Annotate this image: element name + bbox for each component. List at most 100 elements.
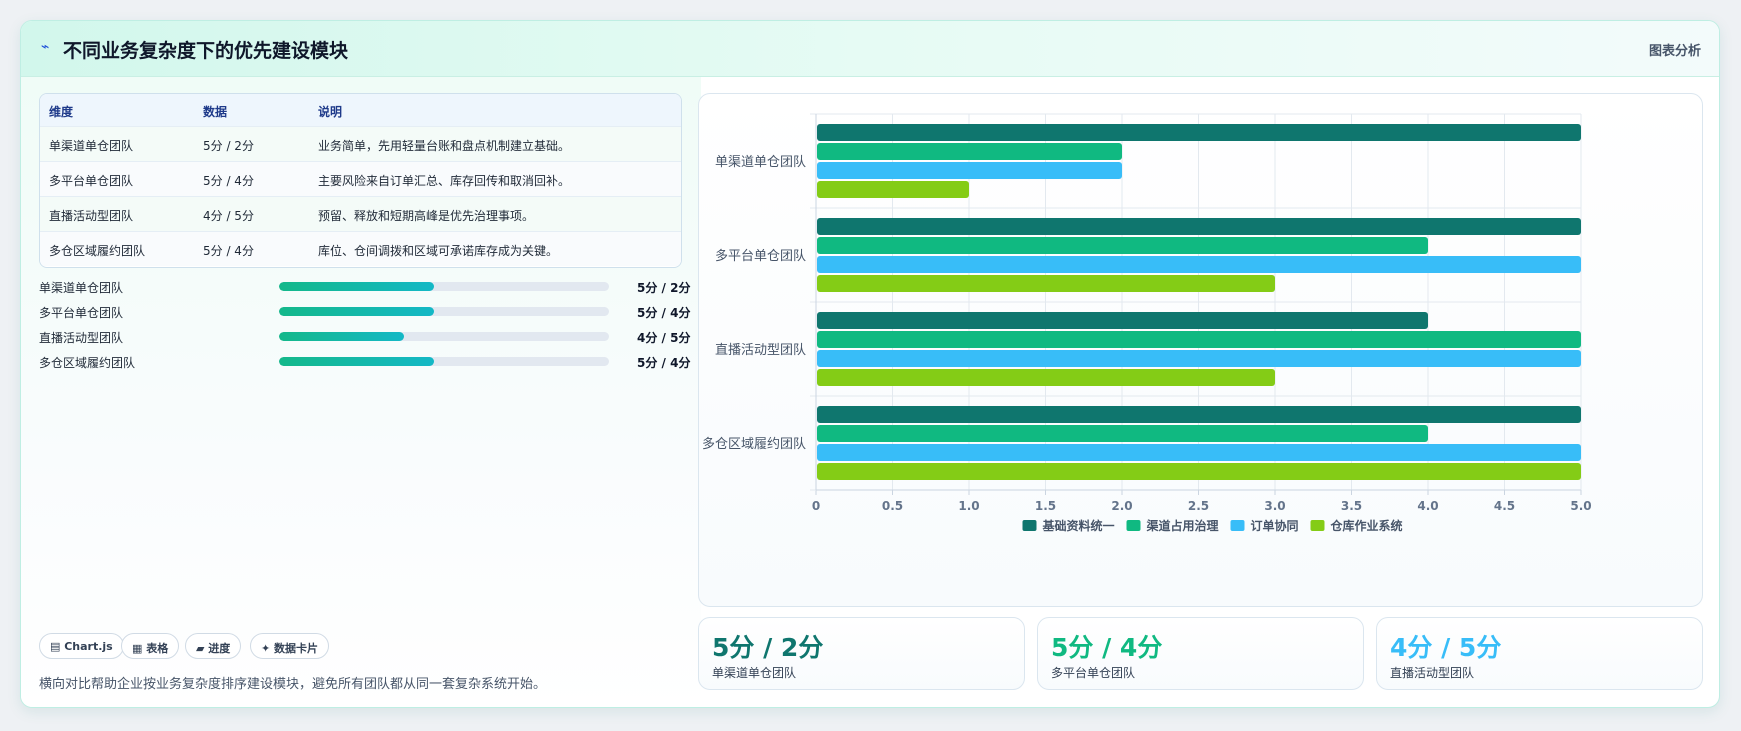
- legend-label: 订单协同: [1251, 518, 1299, 533]
- x-tick-label: 4.0: [1417, 499, 1438, 513]
- kpi-card: 4分 / 5分 直播活动型团队: [1376, 617, 1703, 690]
- progress-fill: [279, 357, 435, 366]
- kpi-label: 多平台单仓团队: [1051, 666, 1136, 680]
- table-row: 多平台单仓团队 5分 / 4分 主要风险来自订单汇总、库存回传和取消回补。: [40, 161, 681, 196]
- legend-swatch: [1126, 520, 1141, 531]
- kpi-card: 5分 / 2分 单渠道单仓团队: [698, 617, 1025, 690]
- chart-analysis-link[interactable]: 图表分析: [1649, 40, 1701, 59]
- progress-fill: [279, 307, 435, 316]
- x-tick-label: 3.0: [1264, 499, 1285, 513]
- progress-track: [279, 307, 609, 316]
- table-cell: 单渠道单仓团队: [49, 139, 134, 153]
- progress-track: [279, 282, 609, 291]
- progress-track: [279, 357, 609, 366]
- table-header-row: 维度 数据 说明: [40, 94, 681, 126]
- bar-chart: 0 0.5 1.0 1.5 2.0 2.5 3.0 3.5 4.0 4.5 5.0 单渠道单仓团队多平…: [702, 113, 1592, 533]
- card-header: ⌁ 不同业务复杂度下的优先建设模块 图表分析: [21, 21, 1719, 77]
- x-tick-label: 5.0: [1570, 499, 1591, 513]
- chip-table[interactable]: ▦ 表格: [121, 633, 180, 659]
- bar: [817, 181, 969, 198]
- column-header: 数据: [203, 105, 228, 119]
- bar: [817, 331, 1581, 348]
- x-tick-label: 0.5: [882, 499, 903, 513]
- table-row: 直播活动型团队 4分 / 5分 预留、释放和短期高峰是优先治理事项。: [40, 196, 681, 231]
- bar: [817, 124, 1581, 141]
- legend-label: 仓库作业系统: [1330, 518, 1403, 533]
- progress-track: [279, 332, 609, 341]
- x-tick-label: 2.0: [1111, 499, 1132, 513]
- kpi-value: 4分 / 5分: [1390, 633, 1502, 662]
- bar: [817, 406, 1581, 423]
- legend-label: 基础资料统一: [1042, 518, 1115, 533]
- footer-description: 横向对比帮助企业按业务复杂度排序建设模块，避免所有团队都从同一套复杂系统开始。: [39, 677, 547, 692]
- legend-swatch: [1022, 520, 1037, 531]
- table-cell: 4分 / 5分: [203, 209, 254, 223]
- progress-label: 多平台单仓团队: [39, 306, 124, 320]
- bar: [817, 425, 1428, 442]
- progress-value: 5分 / 2分: [637, 281, 691, 295]
- column-header: 说明: [318, 105, 343, 119]
- x-tick-label: 1.5: [1035, 499, 1056, 513]
- bar: [817, 218, 1581, 235]
- progress-row: 多仓区域履约团队 5分 / 4分: [39, 352, 691, 370]
- x-tick-label: 2.5: [1188, 499, 1209, 513]
- y-category-label: 单渠道单仓团队: [715, 155, 806, 170]
- x-tick-label: 0: [812, 499, 820, 513]
- progress-row: 直播活动型团队 4分 / 5分: [39, 327, 691, 345]
- bar: [817, 312, 1428, 329]
- progress-label: 单渠道单仓团队: [39, 281, 124, 295]
- table-cell: 预留、释放和短期高峰是优先治理事项。: [318, 209, 535, 223]
- y-category-label: 直播活动型团队: [715, 343, 806, 358]
- chip-progress[interactable]: ▰ 进度: [185, 633, 242, 659]
- bar: [817, 275, 1275, 292]
- table-cell: 5分 / 2分: [203, 139, 254, 153]
- legend-label: 渠道占用治理: [1147, 518, 1219, 533]
- kpi-value: 5分 / 2分: [712, 633, 824, 662]
- kpi-card: 5分 / 4分 多平台单仓团队: [1037, 617, 1364, 690]
- bar: [817, 463, 1581, 480]
- bar: [817, 369, 1275, 386]
- table-cell: 5分 / 4分: [203, 244, 254, 258]
- table-cell: 主要风险来自订单汇总、库存回传和取消回补。: [318, 174, 571, 188]
- table-cell: 直播活动型团队: [49, 209, 134, 223]
- legend-swatch: [1230, 520, 1245, 531]
- table-row: 单渠道单仓团队 5分 / 2分 业务简单，先用轻量台账和盘点机制建立基础。: [40, 126, 681, 161]
- x-tick-label: 3.5: [1341, 499, 1362, 513]
- bar: [817, 444, 1581, 461]
- table-cell: 库位、仓间调拨和区域可承诺库存成为关键。: [318, 244, 559, 258]
- bar: [817, 143, 1122, 160]
- table-cell: 业务简单，先用轻量台账和盘点机制建立基础。: [318, 139, 571, 153]
- x-tick-label: 4.5: [1494, 499, 1515, 513]
- chip-data-cards[interactable]: ✦ 数据卡片: [250, 633, 330, 659]
- page-title: 不同业务复杂度下的优先建设模块: [63, 40, 349, 62]
- progress-fill: [279, 282, 435, 291]
- lightning-icon: ⌁: [41, 39, 50, 55]
- progress-value: 5分 / 4分: [637, 306, 691, 320]
- y-category-label: 多平台单仓团队: [715, 248, 806, 264]
- data-table: 维度 数据 说明 单渠道单仓团队 5分 / 2分 业务简单，先用轻量台账和盘点机…: [39, 93, 682, 268]
- bar: [817, 256, 1581, 273]
- progress-fill: [279, 332, 405, 341]
- chart-card: ⌁ 不同业务复杂度下的优先建设模块 图表分析 维度 数据 说明 单渠道单仓团队 …: [20, 20, 1720, 708]
- table-cell: 多仓区域履约团队: [49, 244, 146, 258]
- x-tick-label: 1.0: [958, 499, 979, 513]
- progress-value: 4分 / 5分: [637, 331, 691, 345]
- kpi-value: 5分 / 4分: [1051, 633, 1163, 662]
- table-row: 多仓区域履约团队 5分 / 4分 库位、仓间调拨和区域可承诺库存成为关键。: [40, 231, 681, 266]
- kpi-label: 直播活动型团队: [1390, 666, 1475, 680]
- column-header: 维度: [49, 105, 74, 119]
- bar: [817, 350, 1581, 367]
- table-cell: 5分 / 4分: [203, 174, 254, 188]
- bar: [817, 162, 1122, 179]
- progress-row: 单渠道单仓团队 5分 / 2分: [39, 277, 691, 295]
- chip-chartjs[interactable]: ▤ Chart.js: [39, 633, 124, 659]
- y-category-label: 多仓区域履约团队: [702, 436, 806, 452]
- legend-swatch: [1310, 520, 1325, 531]
- chart-panel: 0 0.5 1.0 1.5 2.0 2.5 3.0 3.5 4.0 4.5 5.0 单渠道单仓团队 多平…: [698, 93, 1703, 607]
- kpi-label: 单渠道单仓团队: [712, 666, 797, 680]
- progress-label: 多仓区域履约团队: [39, 356, 136, 370]
- progress-row: 多平台单仓团队 5分 / 4分: [39, 302, 691, 320]
- progress-label: 直播活动型团队: [39, 331, 124, 345]
- table-cell: 多平台单仓团队: [49, 174, 134, 188]
- progress-value: 5分 / 4分: [637, 356, 691, 370]
